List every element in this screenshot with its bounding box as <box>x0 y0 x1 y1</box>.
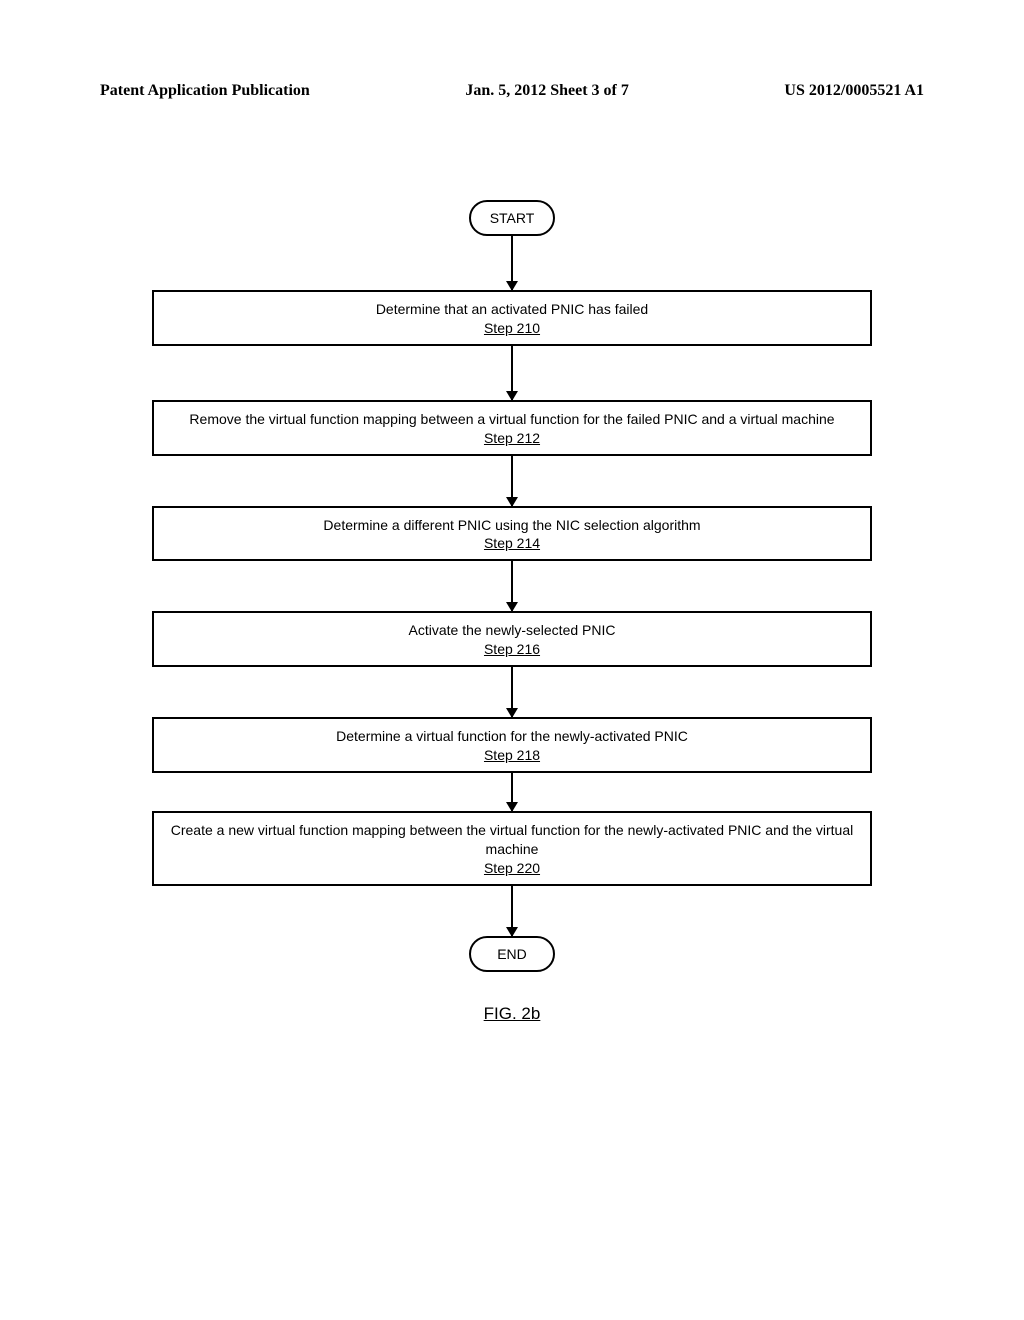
process-step-218: Determine a virtual function for the new… <box>152 717 872 773</box>
step-text: Create a new virtual function mapping be… <box>164 821 860 859</box>
process-step-210: Determine that an activated PNIC has fai… <box>152 290 872 346</box>
header-right: US 2012/0005521 A1 <box>784 82 924 100</box>
arrow-220-to-end <box>152 886 872 936</box>
step-text: Activate the newly-selected PNIC <box>164 621 860 640</box>
step-label: Step 214 <box>164 534 860 553</box>
process-step-216: Activate the newly-selected PNIC Step 21… <box>152 611 872 667</box>
flowchart: START Determine that an activated PNIC h… <box>152 200 872 1024</box>
step-text: Determine a virtual function for the new… <box>164 727 860 746</box>
arrow-216-to-218 <box>152 667 872 717</box>
step-label: Step 216 <box>164 640 860 659</box>
process-step-214: Determine a different PNIC using the NIC… <box>152 506 872 562</box>
start-label: START <box>490 210 535 226</box>
process-step-212: Remove the virtual function mapping betw… <box>152 400 872 456</box>
arrow-212-to-214 <box>152 456 872 506</box>
start-terminal: START <box>469 200 555 236</box>
page-header: Patent Application Publication Jan. 5, 2… <box>100 82 924 100</box>
end-terminal: END <box>469 936 555 972</box>
step-text: Determine a different PNIC using the NIC… <box>164 516 860 535</box>
step-label: Step 218 <box>164 746 860 765</box>
arrow-start-to-210 <box>152 236 872 290</box>
step-label: Step 220 <box>164 859 860 878</box>
step-label: Step 212 <box>164 429 860 448</box>
process-step-220: Create a new virtual function mapping be… <box>152 811 872 886</box>
header-left: Patent Application Publication <box>100 82 310 100</box>
arrow-218-to-220 <box>152 773 872 811</box>
end-label: END <box>497 946 527 962</box>
step-text: Determine that an activated PNIC has fai… <box>164 300 860 319</box>
figure-label: FIG. 2b <box>152 1004 872 1024</box>
header-center: Jan. 5, 2012 Sheet 3 of 7 <box>465 82 629 100</box>
step-label: Step 210 <box>164 319 860 338</box>
page: Patent Application Publication Jan. 5, 2… <box>0 0 1024 1320</box>
step-text: Remove the virtual function mapping betw… <box>164 410 860 429</box>
arrow-210-to-212 <box>152 346 872 400</box>
arrow-214-to-216 <box>152 561 872 611</box>
